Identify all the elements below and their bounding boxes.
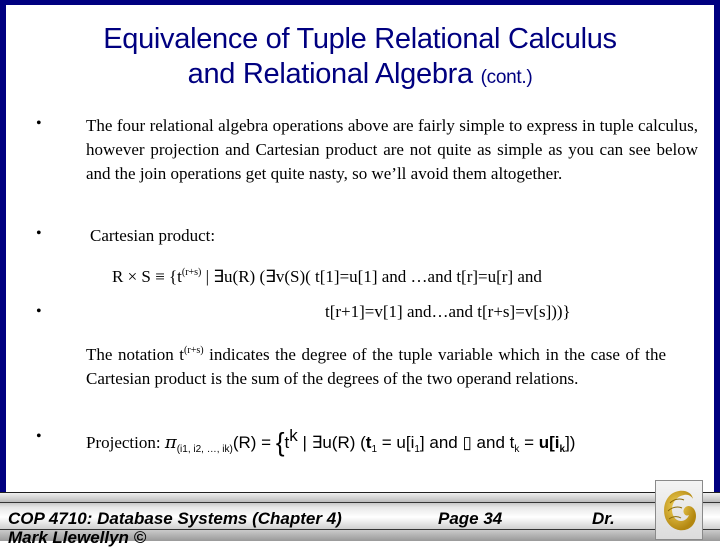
bullet-icon: • (36, 303, 42, 320)
slide-title: Equivalence of Tuple Relational Calculus… (0, 22, 720, 95)
formula-brace: { (275, 427, 285, 457)
projection-line: Projection: π(i1, i2, …, ik)(R) = {tk | … (86, 422, 686, 464)
formula-part: | ∃u(R) ( (297, 433, 366, 452)
formula-part: ]) (565, 433, 576, 452)
cartesian-label: Cartesian product: (90, 226, 216, 245)
cartesian-formula-line-1: R × S ≡ {t(r+s) | ∃u(R) (∃v(S)( t[1]=u[1… (112, 261, 542, 289)
slide-footer: COP 4710: Database Systems (Chapter 4) P… (0, 492, 720, 547)
footer-author: Mark Llewellyn © (8, 528, 147, 547)
formula-part: = (519, 433, 539, 452)
formula-superscript: (r+s) (181, 267, 202, 278)
bullet-icon: • (36, 115, 42, 132)
paragraph-intro: The four relational algebra operations a… (86, 116, 698, 183)
footer-course: COP 4710: Database Systems (Chapter 4) (8, 509, 342, 528)
title-line-1: Equivalence of Tuple Relational Calculus (103, 23, 617, 55)
pi-symbol: π (164, 432, 177, 453)
title-line-2-main: and Relational Algebra (187, 58, 474, 90)
footer-author-prefix: Dr. (592, 509, 615, 528)
cartesian-formula-line-2: t[r+1]=v[1] and…and t[r+s]=v[s]))} (325, 302, 571, 321)
pi-subscript: (i1, i2, …, ik) (176, 444, 233, 455)
formula-part: R × S ≡ {t (112, 267, 182, 286)
projection-label: Projection: (86, 433, 161, 452)
formula-superscript: k (289, 426, 298, 445)
ucf-pegasus-logo (655, 480, 703, 540)
notation-part: The notation t (86, 345, 185, 364)
formula-part: ] and ▯ and t (419, 433, 515, 452)
title-line-2: and Relational Algebra (cont.) (0, 57, 720, 95)
notation-superscript: (r+s) (184, 345, 204, 356)
bullet-icon: • (36, 428, 42, 445)
footer-page-number: Page 34 (438, 509, 503, 528)
formula-part: | ∃u(R) (∃v(S)( t[1]=u[1] and …and t[r]=… (201, 267, 542, 286)
bullet-icon: • (36, 225, 42, 242)
formula-part: = u[i (377, 433, 415, 452)
formula-part: (R) = (232, 433, 276, 452)
title-suffix: (cont.) (480, 67, 533, 88)
footer-divider (0, 502, 720, 503)
pegasus-logo-icon (664, 490, 696, 531)
formula-part: u[i (538, 433, 560, 452)
notation-paragraph: The notation t(r+s) indicates the degree… (86, 339, 666, 391)
